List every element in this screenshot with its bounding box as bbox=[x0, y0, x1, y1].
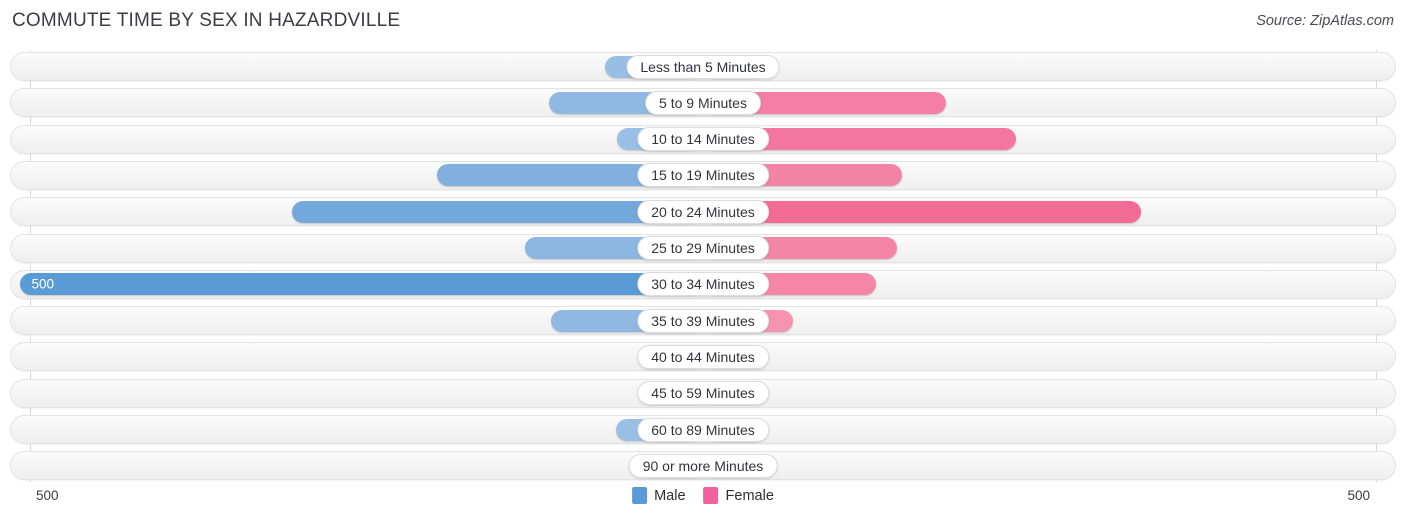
category-label-pill: 60 to 89 Minutes bbox=[637, 417, 769, 442]
bar-row-inner: 47890 or more Minutes bbox=[11, 452, 1395, 479]
category-label-pill: 30 to 34 Minutes bbox=[637, 272, 769, 297]
category-label-pill: 40 to 44 Minutes bbox=[637, 344, 769, 369]
category-label-pill: 45 to 59 Minutes bbox=[637, 381, 769, 406]
bar-row[interactable]: 13014225 to 29 Minutes bbox=[10, 233, 1396, 263]
plot-area: 7236Less than 5 Minutes 1131785 to 9 Minu… bbox=[0, 50, 1406, 488]
bar-row[interactable]: 1131785 to 9 Minutes bbox=[10, 88, 1396, 118]
bar-row-inner: 7236Less than 5 Minutes bbox=[11, 53, 1395, 80]
axis-label-left: 500 bbox=[36, 488, 59, 503]
legend-item-female[interactable]: Female bbox=[703, 487, 774, 504]
chart-legend: Male Female bbox=[632, 487, 774, 504]
bar-row-inner: 30132120 to 24 Minutes bbox=[11, 198, 1395, 225]
bar-row-inner: 19514615 to 19 Minutes bbox=[11, 162, 1395, 189]
category-label-pill: 10 to 14 Minutes bbox=[637, 127, 769, 152]
value-label-male: 500 bbox=[31, 276, 54, 292]
legend-swatch-male-icon bbox=[632, 487, 648, 504]
bar-row[interactable]: 19514615 to 19 Minutes bbox=[10, 160, 1396, 190]
commute-time-by-sex-chart: COMMUTE TIME BY SEX IN HAZARDVILLE Sourc… bbox=[0, 0, 1406, 523]
bar-row-inner: 474345 to 59 Minutes bbox=[11, 380, 1395, 407]
category-label-pill: 5 to 9 Minutes bbox=[645, 90, 761, 115]
bar-row[interactable]: 1116635 to 39 Minutes bbox=[10, 306, 1396, 336]
category-label-pill: 25 to 29 Minutes bbox=[637, 236, 769, 260]
bar-row-inner: 6322910 to 14 Minutes bbox=[11, 126, 1395, 153]
bar-row[interactable]: 50012730 to 34 Minutes bbox=[10, 269, 1396, 299]
bar-female[interactable] bbox=[703, 200, 1142, 223]
chart-title: COMMUTE TIME BY SEX IN HAZARDVILLE bbox=[12, 10, 401, 31]
category-label-pill: 90 or more Minutes bbox=[628, 453, 778, 478]
bar-row[interactable]: 47890 or more Minutes bbox=[10, 451, 1396, 481]
category-label-pill: 15 to 19 Minutes bbox=[637, 163, 769, 188]
category-label-pill: 35 to 39 Minutes bbox=[637, 308, 769, 333]
bar-row[interactable]: 642960 to 89 Minutes bbox=[10, 415, 1396, 444]
legend-label-female: Female bbox=[725, 487, 774, 504]
bar-row-inner: 1131785 to 9 Minutes bbox=[11, 89, 1395, 116]
legend-item-male[interactable]: Male bbox=[632, 487, 686, 504]
bar-row[interactable]: 8040 to 44 Minutes bbox=[10, 342, 1396, 372]
bar-row[interactable]: 6322910 to 14 Minutes bbox=[10, 124, 1396, 154]
legend-swatch-female-icon bbox=[703, 487, 719, 504]
chart-source-attribution: Source: ZipAtlas.com bbox=[1256, 13, 1394, 29]
bar-row-inner: 13014225 to 29 Minutes bbox=[11, 235, 1395, 262]
legend-label-male: Male bbox=[654, 487, 686, 504]
bar-row[interactable]: 7236Less than 5 Minutes bbox=[10, 52, 1396, 81]
bar-row-inner: 1116635 to 39 Minutes bbox=[11, 307, 1395, 334]
bar-row-inner: 50012730 to 34 Minutes bbox=[11, 271, 1395, 298]
category-label-pill: 20 to 24 Minutes bbox=[637, 199, 769, 224]
bar-row-inner: 8040 to 44 Minutes bbox=[11, 343, 1395, 370]
bar-row-inner: 642960 to 89 Minutes bbox=[11, 416, 1395, 443]
bar-row[interactable]: 30132120 to 24 Minutes bbox=[10, 197, 1396, 227]
bar-row[interactable]: 474345 to 59 Minutes bbox=[10, 378, 1396, 408]
axis-label-right: 500 bbox=[1347, 488, 1370, 503]
category-label-pill: Less than 5 Minutes bbox=[626, 54, 780, 79]
bar-male[interactable] bbox=[20, 273, 703, 296]
chart-footer: 500 500 Male Female bbox=[0, 487, 1406, 523]
